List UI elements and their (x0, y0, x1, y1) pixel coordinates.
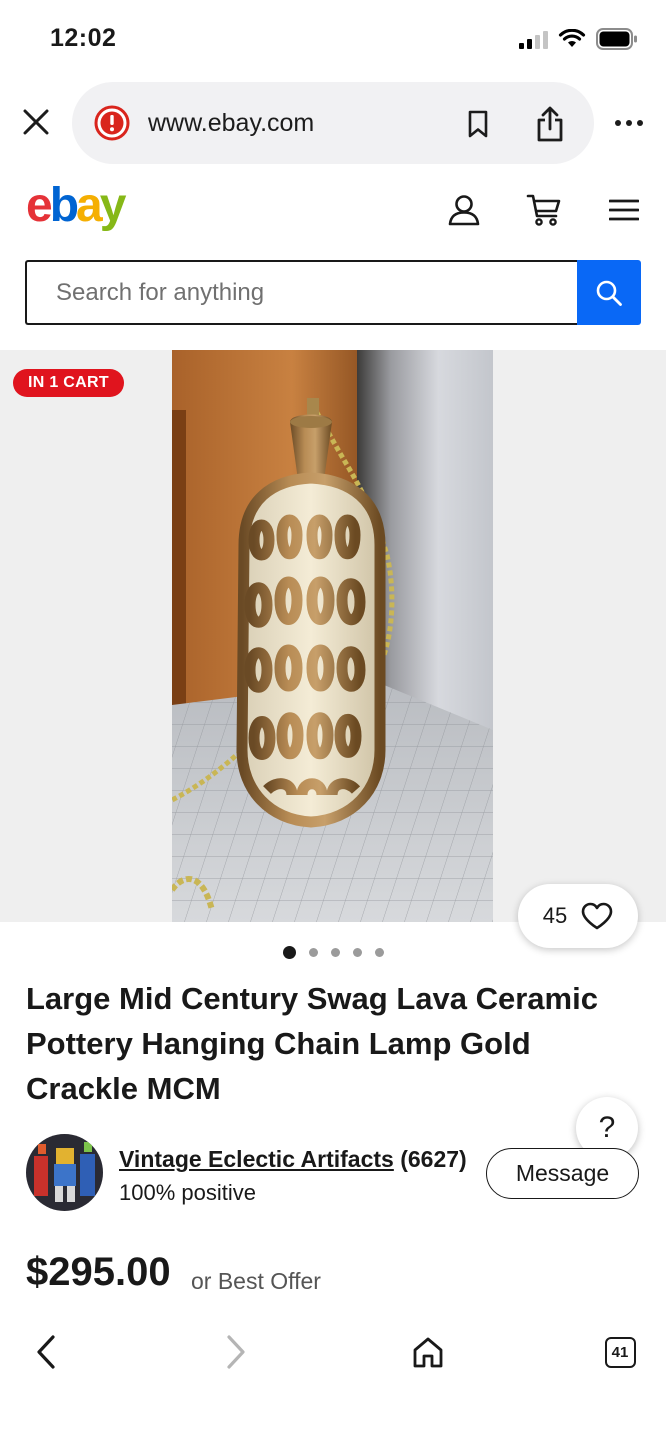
home-button[interactable] (406, 1330, 450, 1374)
search-input[interactable] (25, 260, 578, 325)
chevron-left-icon (37, 1335, 55, 1369)
back-button[interactable] (24, 1330, 68, 1374)
browser-toolbar: www.ebay.com (0, 80, 666, 166)
more-dots-icon (615, 120, 621, 126)
message-seller-button[interactable]: Message (486, 1148, 639, 1199)
watch-button[interactable]: 45 (518, 884, 638, 948)
chevron-right-icon (227, 1335, 245, 1369)
browser-bottom-nav: 41 (0, 1320, 666, 1380)
cart-button[interactable] (524, 190, 564, 230)
heart-icon (581, 902, 613, 930)
seller-rating-count: (6627) (400, 1146, 467, 1172)
seller-info: Vintage Eclectic Artifacts (6627) (119, 1146, 467, 1173)
status-time: 12:02 (50, 24, 117, 52)
status-icons (519, 28, 638, 50)
search-button[interactable] (577, 260, 641, 325)
status-bar: 12:02 (0, 0, 666, 80)
hamburger-menu-icon (609, 199, 639, 221)
security-warning-icon[interactable] (94, 105, 130, 141)
image-gallery[interactable]: IN 1 CART 45 (0, 350, 666, 948)
gallery-dot-1[interactable] (283, 946, 296, 959)
cart-icon (526, 194, 561, 226)
seller-avatar[interactable] (26, 1134, 103, 1211)
menu-button[interactable] (604, 190, 644, 230)
gallery-dot-3[interactable] (331, 948, 340, 957)
address-bar[interactable]: www.ebay.com (72, 82, 594, 164)
search-icon (596, 280, 622, 306)
best-offer-text: or Best Offer (191, 1268, 321, 1294)
watch-count: 45 (542, 903, 568, 928)
account-button[interactable] (444, 190, 484, 230)
bookmark-icon (468, 110, 488, 138)
listing-title: Large Mid Century Swag Lava Ceramic Pott… (26, 981, 598, 1106)
product-photo[interactable] (172, 350, 493, 922)
item-price: $295.00 (26, 1250, 171, 1294)
lamp-image (172, 350, 493, 922)
in-cart-badge: IN 1 CART (13, 369, 124, 397)
seller-feedback: 100% positive (119, 1180, 256, 1205)
gallery-dot-2[interactable] (309, 948, 318, 957)
battery-icon (596, 28, 637, 50)
cellular-signal-icon (519, 29, 548, 49)
site-header: ebay (0, 172, 666, 252)
more-options-button[interactable] (604, 106, 654, 140)
gallery-dot-4[interactable] (353, 948, 362, 957)
ebay-logo[interactable]: ebay (26, 178, 126, 233)
gallery-pagination[interactable] (283, 946, 384, 959)
forward-button[interactable] (214, 1330, 258, 1374)
tabs-button[interactable]: 41 (598, 1330, 642, 1374)
home-icon (413, 1337, 443, 1368)
share-button[interactable] (530, 102, 570, 146)
user-icon (448, 195, 480, 226)
share-icon (537, 106, 563, 142)
bookmark-button[interactable] (460, 106, 496, 142)
close-button[interactable] (16, 100, 56, 144)
tab-count: 41 (604, 1336, 636, 1368)
url-text[interactable]: www.ebay.com (148, 109, 314, 138)
seller-name-link[interactable]: Vintage Eclectic Artifacts (119, 1146, 394, 1172)
search-bar (25, 260, 641, 325)
gallery-dot-5[interactable] (375, 948, 384, 957)
wifi-icon (558, 29, 586, 47)
close-icon (23, 109, 49, 135)
